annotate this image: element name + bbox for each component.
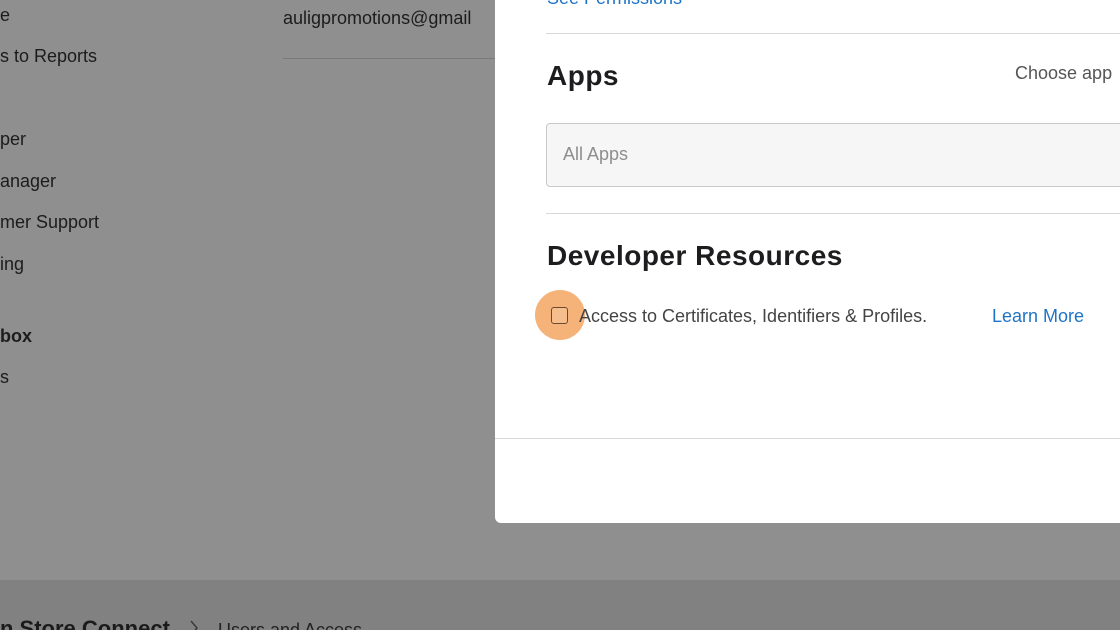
developer-resources-title: Developer Resources [547, 240, 843, 271]
sidebar-item-testers[interactable]: s [0, 367, 9, 388]
sidebar-item-access-to-reports[interactable]: s to Reports [0, 46, 97, 67]
sidebar-item-manager[interactable]: anager [0, 171, 56, 192]
user-email: auligpromotions@gmail [283, 8, 472, 28]
divider [546, 33, 1120, 34]
apps-section-title: Apps [547, 60, 619, 91]
divider [546, 213, 1120, 214]
sidebar-item-0[interactable]: e [0, 5, 10, 26]
screen: e s to Reports per anager mer Support in… [0, 0, 1120, 630]
footer-brand[interactable]: n Store Connect [0, 616, 170, 630]
certificates-access-row: Access to Certificates, Identifiers & Pr… [535, 290, 1120, 340]
choose-apps-label[interactable]: Choose app [1015, 63, 1112, 84]
apps-select-field[interactable]: All Apps [546, 123, 1120, 187]
modal-footer-divider [495, 438, 1120, 439]
certificates-access-label[interactable]: Access to Certificates, Identifiers & Pr… [579, 306, 927, 327]
sidebar-section-sandbox: box [0, 326, 33, 346]
see-permissions-link[interactable]: See Permissions [547, 0, 682, 9]
chevron-right-icon [190, 620, 198, 630]
certificates-access-checkbox[interactable] [551, 307, 568, 324]
edit-user-modal: See Permissions Apps Choose app All Apps… [495, 0, 1120, 523]
row-divider [283, 58, 498, 59]
sidebar-item-customer-support[interactable]: mer Support [0, 212, 99, 233]
learn-more-link[interactable]: Learn More [992, 306, 1084, 327]
sidebar-item-marketing[interactable]: ing [0, 254, 24, 275]
sidebar-item-developer[interactable]: per [0, 129, 26, 150]
breadcrumb-users-and-access[interactable]: Users and Access [218, 620, 362, 630]
